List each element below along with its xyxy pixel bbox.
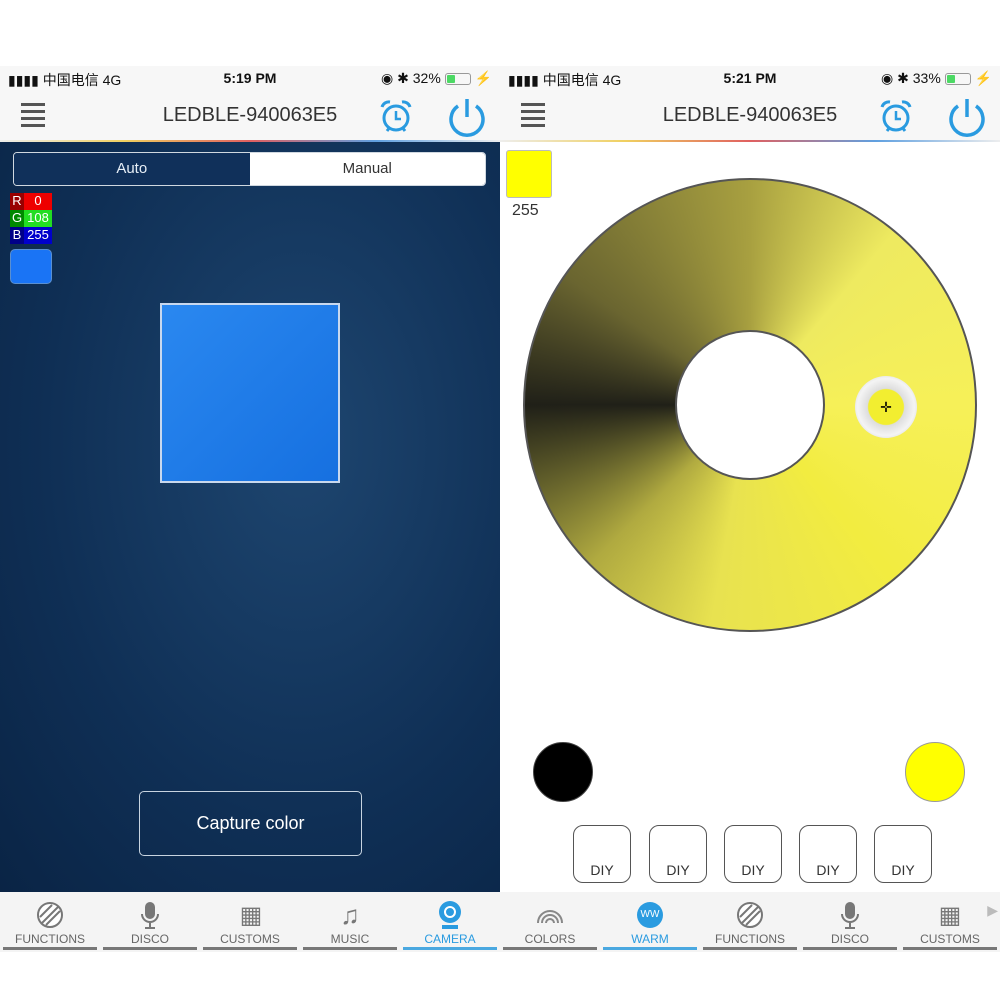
diy-button-5[interactable]: DIY [874,825,932,883]
captured-color-swatch [10,249,52,284]
tab-disco[interactable]: DISCO [800,892,900,952]
tab-customs[interactable]: ▦ CUSTOMS [200,892,300,952]
right-screen: ▮▮▮▮ 中国电信 4G 5:21 PM ◉ ✱ 33% ⚡ LEDBLE-94… [500,0,1000,1000]
tab-music[interactable]: ♫ MUSIC [300,892,400,952]
grid-icon: ▦ [239,901,263,929]
diy-button-2[interactable]: DIY [649,825,707,883]
tab-warm[interactable]: WW WARM [600,892,700,952]
status-bar: ▮▮▮▮ 中国电信 4G 5:21 PM ◉ ✱ 33% ⚡ [500,66,1000,90]
tab-camera[interactable]: CAMERA [400,892,500,952]
tab-functions[interactable]: FUNCTIONS [0,892,100,952]
mode-toggle: Auto Manual [13,152,486,186]
manual-tab[interactable]: Manual [249,153,485,185]
diy-button-1[interactable]: DIY [573,825,631,883]
alarm-icon[interactable] [878,98,914,134]
diy-button-3[interactable]: DIY [724,825,782,883]
scroll-right-arrow-icon[interactable]: ▶ [987,902,998,919]
status-right: ◉ ✱ 32% ⚡ [381,70,492,86]
battery-icon [944,73,971,86]
camera-view[interactable]: Auto Manual R0 G 108 B 255 Capture color [0,142,500,892]
red-value: R0 [10,193,52,210]
left-screen: ▮▮▮▮ 中国电信 4G 5:19 PM ◉ ✱ 32% ⚡ LEDBLE-94… [0,0,500,1000]
bottom-tabs: FUNCTIONS DISCO ▦ CUSTOMS ♫ MUSIC CAMERA [0,892,500,952]
tab-functions[interactable]: FUNCTIONS [700,892,800,952]
functions-icon [37,902,63,928]
microphone-icon [141,902,159,929]
tab-colors[interactable]: COLORS [500,892,600,952]
alarm-icon[interactable] [378,98,414,134]
bottom-tabs: COLORS WW WARM FUNCTIONS DISCO ▦ CUSTOMS [500,892,1000,952]
green-value: G 108 [10,210,52,227]
status-right: ◉ ✱ 33% ⚡ [881,70,992,86]
microphone-icon [841,902,859,929]
yellow-preset[interactable] [905,742,965,802]
black-preset[interactable] [533,742,593,802]
tab-customs[interactable]: ▦ CUSTOMS [900,892,1000,952]
battery-icon [444,73,471,86]
webcam-icon [439,901,461,929]
app-header: LEDBLE-940063E5 [0,90,500,142]
power-icon[interactable] [446,96,488,138]
capture-target-square [160,303,340,483]
brightness-value: 255 [512,202,539,219]
diy-button-4[interactable]: DIY [799,825,857,883]
device-title: LEDBLE-940063E5 [162,104,338,126]
auto-tab[interactable]: Auto [14,153,250,185]
wheel-center [675,330,825,480]
music-note-icon: ♫ [340,899,360,930]
app-header: LEDBLE-940063E5 [500,90,1000,142]
power-icon[interactable] [946,96,988,138]
blue-value: B 255 [10,227,52,244]
device-title: LEDBLE-940063E5 [662,104,838,126]
tab-disco[interactable]: DISCO [100,892,200,952]
warm-icon: WW [637,902,663,928]
warm-color-wheel[interactable]: ✛ [523,178,977,632]
rainbow-icon [537,910,563,924]
capture-color-button[interactable]: Capture color [139,791,362,856]
wheel-handle[interactable]: ✛ [855,376,917,438]
functions-icon [737,902,763,928]
current-color-swatch [506,150,552,198]
status-bar: ▮▮▮▮ 中国电信 4G 5:19 PM ◉ ✱ 32% ⚡ [0,66,500,90]
grid-icon: ▦ [938,901,962,929]
